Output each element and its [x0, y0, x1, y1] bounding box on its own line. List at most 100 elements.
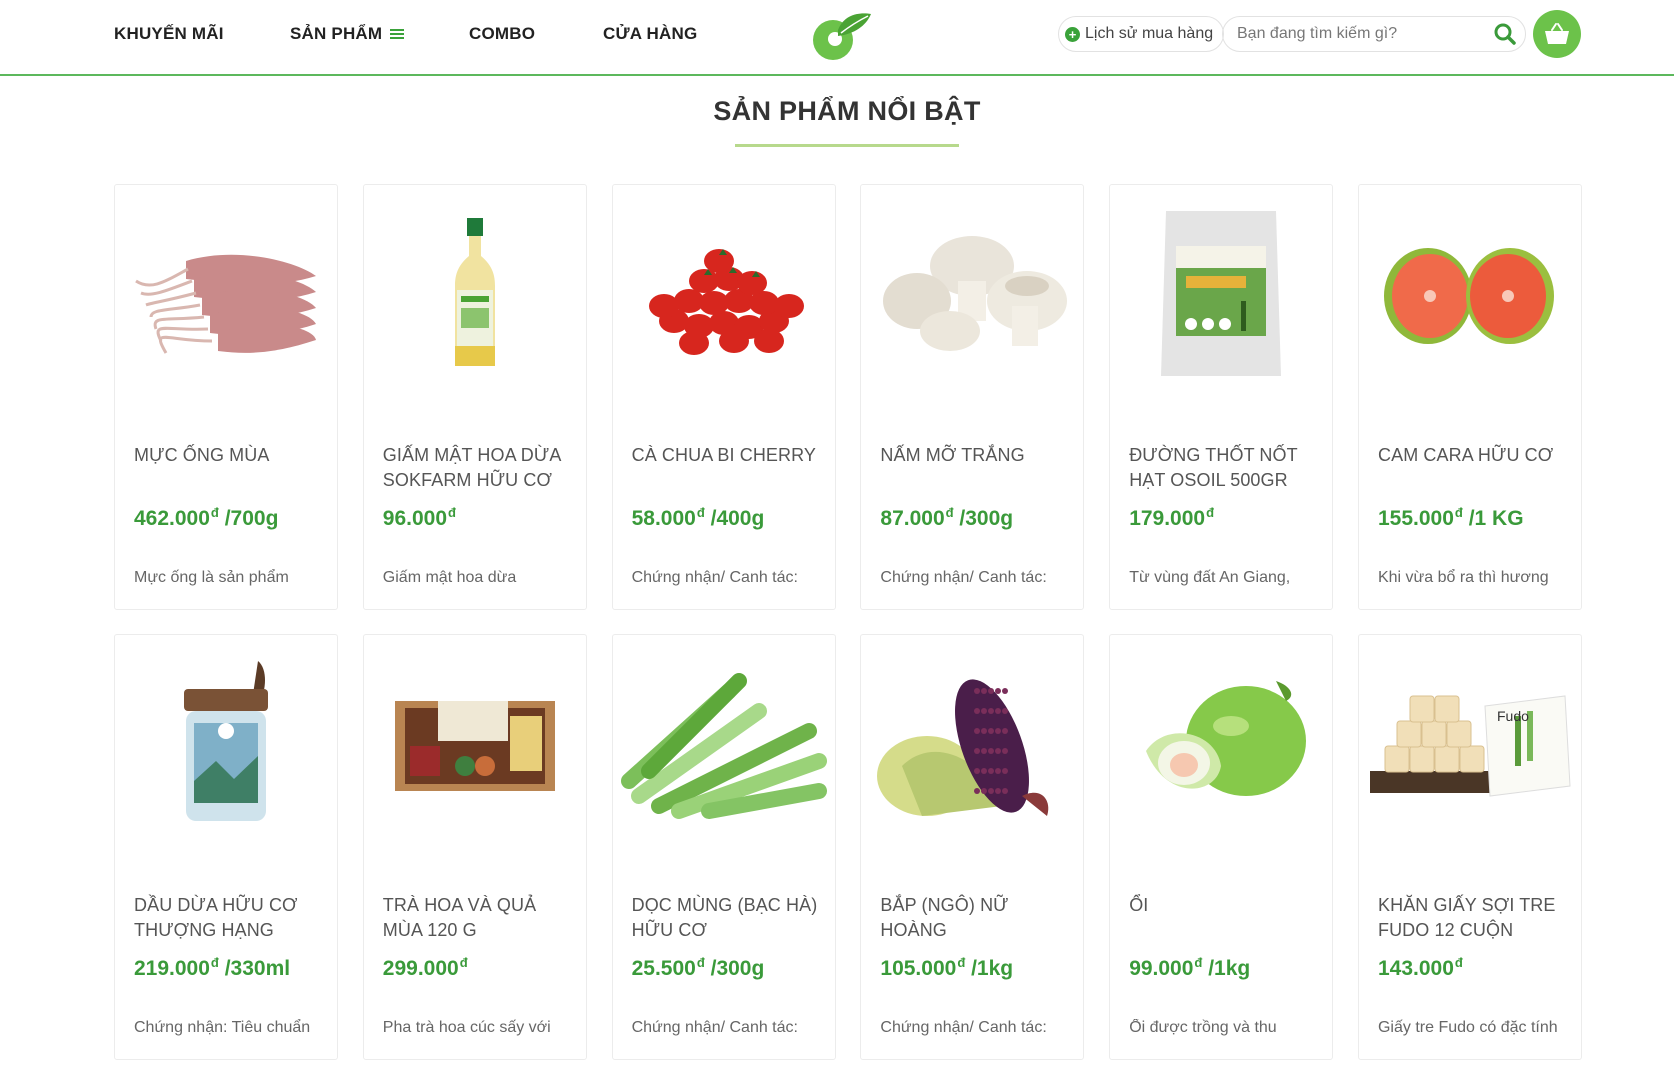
product-name[interactable]: KHĂN GIẤY SỢI TRE FUDO 12 CUỘN: [1378, 893, 1574, 943]
logo[interactable]: [808, 8, 874, 62]
product-name[interactable]: CAM CARA HỮU CƠ: [1378, 443, 1574, 468]
product-name[interactable]: ỔI: [1129, 893, 1325, 918]
tea-box-image[interactable]: [364, 635, 586, 857]
product-price: 462.000đ /700g: [134, 505, 278, 531]
cart-button[interactable]: [1533, 10, 1581, 58]
white-mushrooms-image[interactable]: [861, 185, 1083, 407]
price-unit: /300g: [704, 957, 765, 980]
plus-circle-icon: +: [1065, 26, 1080, 42]
product-description: Chứng nhận/ Canh tác:: [880, 569, 1047, 586]
currency-symbol: đ: [210, 955, 219, 970]
product-card[interactable]: MỰC ỐNG MÙA 462.000đ /700g Mực ống là sả…: [114, 184, 338, 610]
product-card[interactable]: NẤM MỠ TRẮNG 87.000đ /300g Chứng nhận/ C…: [860, 184, 1085, 610]
title-underline: [735, 144, 959, 147]
product-description: Chứng nhận: Tiêu chuẩn: [134, 1019, 311, 1036]
product-description: Chứng nhận/ Canh tác:: [631, 1019, 798, 1036]
section-title: SẢN PHẨM NỔI BẬT: [713, 96, 981, 126]
nav-products[interactable]: SẢN PHẨM: [290, 24, 405, 44]
logo-icon: [813, 13, 871, 60]
currency-symbol: đ: [696, 955, 705, 970]
product-name[interactable]: GIẤM MẬT HOA DỪA SOKFARM HỮU CƠ: [383, 443, 579, 493]
product-price: 99.000đ /1kg: [1129, 955, 1250, 981]
product-description: Giấm mật hoa dừa: [382, 569, 517, 586]
price-unit: /300g: [953, 507, 1014, 530]
product-name[interactable]: DẦU DỪA HỮU CƠ THƯỢNG HẠNG: [134, 893, 330, 943]
price-value: 462.000: [134, 507, 210, 530]
product-card[interactable]: CAM CARA HỮU CƠ 155.000đ /1 KG Khi vừa b…: [1357, 184, 1582, 610]
price-value: 143.000: [1377, 957, 1454, 980]
nav-promotions[interactable]: KHUYẾN MÃI: [114, 24, 224, 44]
price-value: 96.000: [382, 507, 448, 530]
sugar-bag-image[interactable]: [1110, 185, 1332, 407]
product-description: Pha trà hoa cúc sấy với: [382, 1019, 551, 1036]
product-name[interactable]: ĐƯỜNG THỐT NỐT HẠT OSOIL 500GR: [1129, 443, 1325, 493]
price-unit: /700g: [218, 507, 279, 530]
price-unit: /330ml: [218, 957, 291, 980]
currency-symbol: đ: [459, 955, 468, 970]
currency-symbol: đ: [945, 505, 954, 520]
product-description: Giấy tre Fudo có đặc tính: [1377, 1019, 1558, 1036]
price-value: 87.000: [880, 507, 945, 530]
product-card[interactable]: Fudo KHĂN GIẤY SỢI TRE FUDO 12 CUỘN 143.…: [1357, 634, 1582, 1060]
product-name[interactable]: NẤM MỠ TRẮNG: [880, 443, 1076, 468]
product-card[interactable]: ỔI 99.000đ /1kg Ổi được trồng và thu: [1109, 634, 1334, 1060]
taro-stems-image[interactable]: [613, 635, 835, 857]
product-name[interactable]: BẮP (NGÔ) NỮ HOÀNG: [880, 893, 1076, 943]
price-value: 219.000: [134, 957, 210, 980]
guava-image[interactable]: [1110, 635, 1332, 857]
product-name[interactable]: DỌC MÙNG (BẠC HÀ) HỮU CƠ: [632, 893, 828, 943]
purchase-history-button[interactable]: + Lịch sử mua hàng: [1058, 16, 1225, 52]
product-description: Mực ống là sản phẩm: [134, 569, 289, 586]
purchase-history-label: Lịch sử mua hàng: [1085, 25, 1214, 42]
nav-combo-label: COMBO: [469, 24, 536, 43]
product-card[interactable]: DẦU DỪA HỮU CƠ THƯỢNG HẠNG 219.000đ /330…: [114, 634, 338, 1060]
price-value: 105.000: [880, 957, 957, 980]
product-price: 105.000đ /1kg: [880, 955, 1013, 981]
product-card[interactable]: BẮP (NGÔ) NỮ HOÀNG 105.000đ /1kg Chứng n…: [860, 634, 1085, 1060]
price-value: 58.000: [631, 507, 696, 530]
nav-combo[interactable]: COMBO: [469, 24, 535, 44]
search-icon[interactable]: [1485, 16, 1525, 52]
coconut-oil-jar-image[interactable]: [115, 635, 337, 857]
purple-corn-image[interactable]: [861, 635, 1083, 857]
price-unit: /400g: [704, 507, 765, 530]
price-unit: /1kg: [965, 957, 1014, 980]
product-price: 143.000đ: [1378, 955, 1463, 981]
cherry-tomatoes-image[interactable]: [613, 185, 835, 407]
product-price: 299.000đ: [383, 955, 468, 981]
cara-orange-image[interactable]: [1359, 185, 1581, 407]
currency-symbol: đ: [1206, 505, 1215, 520]
product-description: Ổi được trồng và thu: [1129, 1019, 1277, 1036]
product-name[interactable]: CÀ CHUA BI CHERRY: [632, 443, 828, 468]
nav-stores[interactable]: CỬA HÀNG: [603, 24, 697, 44]
product-description: Khi vừa bổ ra thì hương: [1377, 569, 1549, 586]
nav-stores-label: CỬA HÀNG: [603, 24, 698, 43]
bamboo-tissue-image[interactable]: Fudo: [1359, 635, 1581, 857]
site-header: KHUYẾN MÃI SẢN PHẨM COMBO CỬA HÀNG + Lịc…: [0, 0, 1674, 76]
product-description: Chứng nhận/ Canh tác:: [880, 1019, 1047, 1036]
product-description: Từ vùng đất An Giang,: [1129, 569, 1291, 586]
product-card[interactable]: GIẤM MẬT HOA DỪA SOKFARM HỮU CƠ 96.000đ …: [362, 184, 587, 610]
product-name[interactable]: MỰC ỐNG MÙA: [134, 443, 330, 468]
search-input[interactable]: [1223, 25, 1485, 43]
product-card[interactable]: CÀ CHUA BI CHERRY 58.000đ /400g Chứng nh…: [611, 184, 836, 610]
product-name[interactable]: TRÀ HOA VÀ QUẢ MÙA 120 G: [383, 893, 579, 943]
currency-symbol: đ: [1454, 505, 1463, 520]
currency-symbol: đ: [1454, 955, 1463, 970]
product-card[interactable]: ĐƯỜNG THỐT NỐT HẠT OSOIL 500GR 179.000đ …: [1109, 184, 1334, 610]
product-card[interactable]: TRÀ HOA VÀ QUẢ MÙA 120 G 299.000đ Pha tr…: [362, 634, 587, 1060]
product-grid: MỰC ỐNG MÙA 462.000đ /700g Mực ống là sả…: [114, 184, 1582, 1060]
nav-promotions-label: KHUYẾN MÃI: [114, 24, 224, 43]
product-card[interactable]: DỌC MÙNG (BẠC HÀ) HỮU CƠ 25.500đ /300g C…: [611, 634, 836, 1060]
vinegar-bottle-image[interactable]: [364, 185, 586, 407]
product-description: Chứng nhận/ Canh tác:: [631, 569, 798, 586]
price-unit: /1kg: [1202, 957, 1251, 980]
currency-symbol: đ: [448, 505, 456, 520]
price-value: 299.000: [382, 957, 459, 980]
price-value: 99.000: [1129, 957, 1194, 980]
squid-image[interactable]: [115, 185, 337, 407]
product-price: 155.000đ /1 KG: [1378, 505, 1524, 531]
product-price: 179.000đ: [1129, 505, 1214, 531]
price-value: 25.500: [631, 957, 696, 980]
product-price: 25.500đ /300g: [632, 955, 765, 981]
